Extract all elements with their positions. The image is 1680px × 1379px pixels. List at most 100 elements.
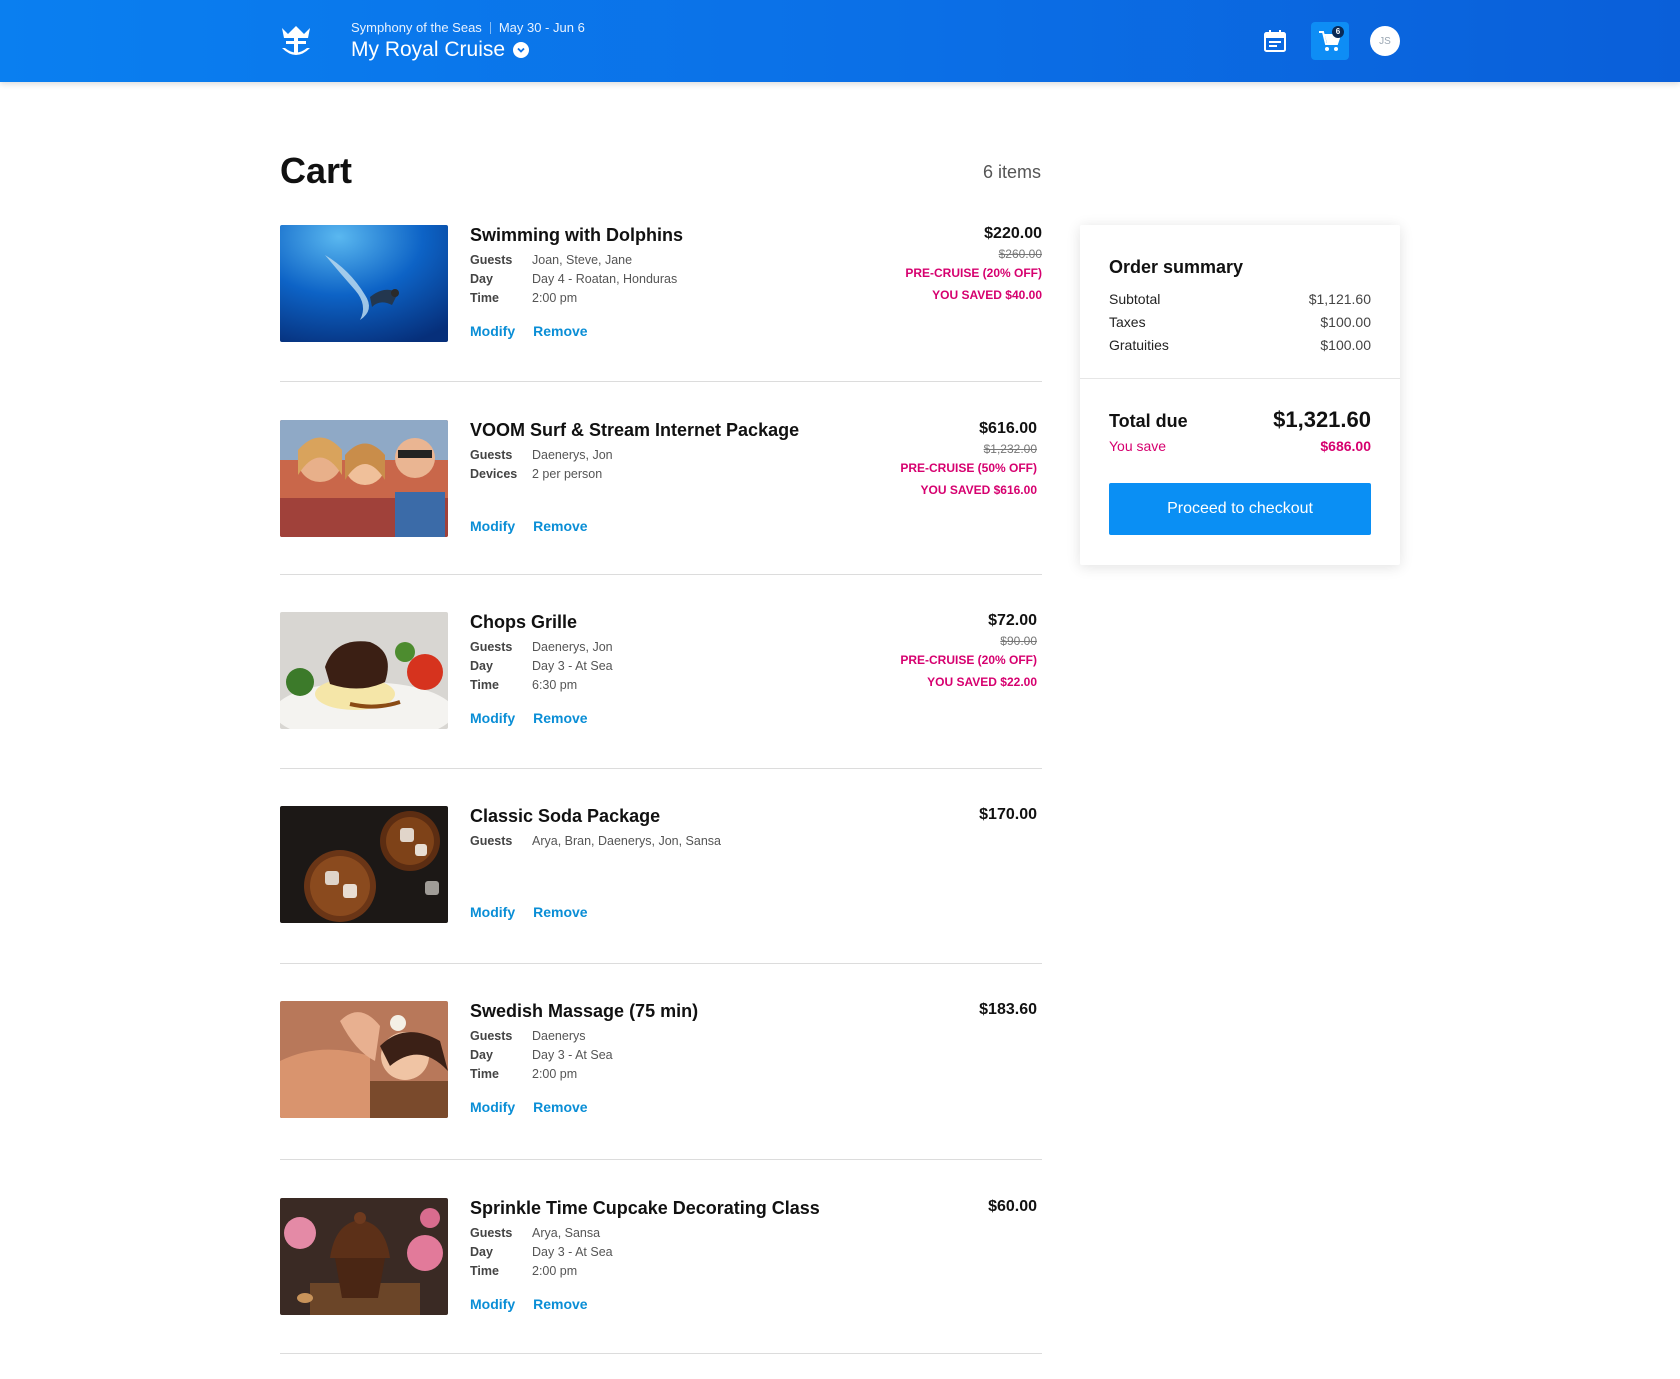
detail-value: Day 4 - Roatan, Honduras [532, 272, 678, 286]
savings-value: $686.00 [1320, 438, 1371, 454]
item-price: $72.00 [988, 612, 1037, 629]
item-name: Sprinkle Time Cupcake Decorating Class [470, 1198, 820, 1218]
gratuities-value: $100.00 [1320, 337, 1371, 353]
detail-value: 2:00 pm [532, 1264, 578, 1278]
cruise-title: My Royal Cruise [351, 38, 506, 61]
calendar-icon [1264, 30, 1286, 52]
detail-value: Day 3 - At Sea [532, 1048, 613, 1062]
item-thumbnail [280, 806, 448, 923]
detail-value: 6:30 pm [532, 678, 578, 692]
detail-label: Guests [470, 640, 513, 654]
detail-value: Arya, Sansa [532, 1226, 601, 1240]
detail-label: Day [470, 1245, 493, 1259]
cruise-selector[interactable]: My Royal Cruise [351, 38, 530, 62]
subtotal-label: Subtotal [1109, 291, 1161, 307]
cart-item: Sprinkle Time Cupcake Decorating Class G… [280, 1198, 1042, 1318]
detail-label: Time [470, 291, 499, 305]
cart-item: Chops Grille Guests Daenerys, Jon Day Day … [280, 612, 1042, 732]
calendar-button[interactable] [1256, 22, 1294, 60]
detail-label: Time [470, 1264, 499, 1278]
taxes-row: Taxes $100.00 [1109, 314, 1371, 330]
divider [280, 1159, 1042, 1160]
gratuities-label: Gratuities [1109, 337, 1169, 353]
savings-label: YOU SAVED $40.00 [932, 288, 1042, 302]
item-name: Chops Grille [470, 612, 578, 632]
summary-title: Order summary [1109, 257, 1244, 277]
checkout-button[interactable]: Proceed to checkout [1109, 483, 1371, 535]
item-prices: $170.00 [979, 806, 1037, 824]
item-details: Guests Joan, Steve, Jane Day Day 4 - Roata… [470, 253, 677, 310]
original-price: $260.00 [998, 247, 1042, 261]
detail-value: Daenerys, Jon [532, 448, 613, 462]
remove-link[interactable]: Remove [533, 904, 587, 920]
crown-anchor-logo[interactable] [278, 22, 314, 60]
item-price: $170.00 [979, 806, 1037, 823]
divider [280, 381, 1042, 382]
detail-label: Guests [470, 834, 513, 848]
total-row: Total due $1,321.60 [1109, 407, 1371, 433]
savings-label: YOU SAVED $22.00 [927, 675, 1037, 689]
item-thumbnail [280, 1198, 448, 1315]
savings-label: You save [1109, 438, 1167, 454]
item-prices: $183.60 [979, 1001, 1037, 1019]
remove-link[interactable]: Remove [533, 323, 587, 339]
detail-label: Day [470, 659, 493, 673]
item-name: Swedish Massage (75 min) [470, 1001, 699, 1021]
ship-dates: Symphony of the Seas May 30 - Jun 6 [351, 20, 585, 35]
item-details: Guests Arya, Bran, Daenerys, Jon, Sansa [470, 834, 721, 853]
subtotal-row: Subtotal $1,121.60 [1109, 291, 1371, 307]
summary-divider [1080, 378, 1400, 379]
cart-item: Swimming with Dolphins Guests Joan, Steve… [280, 225, 1042, 345]
remove-link[interactable]: Remove [533, 1099, 587, 1115]
modify-link[interactable]: Modify [470, 904, 515, 920]
modify-link[interactable]: Modify [470, 710, 515, 726]
item-details: Guests Daenerys, Jon Day Day 3 - At Sea Ti… [470, 640, 613, 697]
cart-item: Swedish Massage (75 min) Guests Daenerys … [280, 1001, 1042, 1121]
taxes-label: Taxes [1109, 314, 1146, 330]
item-details: Guests Daenerys, Jon Devices 2 per person [470, 448, 613, 486]
detail-label: Day [470, 272, 493, 286]
cart-button[interactable]: 6 [1311, 22, 1349, 60]
detail-value: 2 per person [532, 467, 603, 481]
detail-value: 2:00 pm [532, 1067, 578, 1081]
detail-label: Time [470, 678, 499, 692]
modify-link[interactable]: Modify [470, 323, 515, 339]
page-title: Cart [280, 150, 353, 191]
divider [280, 963, 1042, 964]
item-prices: $220.00 $260.00 PRE-CRUISE (20% OFF) YOU… [905, 225, 1042, 302]
avatar[interactable]: JS [1370, 26, 1400, 56]
savings-row: You save $686.00 [1109, 438, 1371, 454]
detail-value: Day 3 - At Sea [532, 1245, 613, 1259]
item-price: $60.00 [988, 1198, 1037, 1215]
item-thumbnail [280, 1001, 448, 1118]
item-price: $183.60 [979, 1001, 1037, 1018]
modify-link[interactable]: Modify [470, 518, 515, 534]
gratuities-row: Gratuities $100.00 [1109, 337, 1371, 353]
item-prices: $60.00 [988, 1198, 1037, 1216]
detail-label: Day [470, 1048, 493, 1062]
remove-link[interactable]: Remove [533, 710, 587, 726]
divider [280, 768, 1042, 769]
modify-link[interactable]: Modify [470, 1099, 515, 1115]
detail-value: Daenerys, Jon [532, 640, 613, 654]
remove-link[interactable]: Remove [533, 1296, 587, 1312]
chevron-down-icon [513, 42, 530, 58]
modify-link[interactable]: Modify [470, 1296, 515, 1312]
original-price: $1,232.00 [983, 442, 1037, 456]
separator [489, 21, 491, 34]
ship-name: Symphony of the Seas [351, 20, 482, 35]
total-value: $1,321.60 [1273, 407, 1371, 432]
detail-label: Guests [470, 1226, 513, 1240]
divider [280, 1353, 1042, 1354]
item-thumbnail [280, 225, 448, 342]
item-name: Classic Soda Package [470, 806, 661, 826]
item-name: VOOM Surf & Stream Internet Package [470, 420, 800, 440]
total-label: Total due [1109, 411, 1188, 431]
cart-item: Classic Soda Package Guests Arya, Bran, D… [280, 806, 1042, 926]
detail-value: Joan, Steve, Jane [532, 253, 633, 267]
remove-link[interactable]: Remove [533, 518, 587, 534]
top-header: Symphony of the Seas May 30 - Jun 6 My R… [0, 0, 1680, 82]
detail-value: Day 3 - At Sea [532, 659, 613, 673]
promo-label: PRE-CRUISE (20% OFF) [905, 266, 1042, 280]
savings-label: YOU SAVED $616.00 [920, 483, 1037, 497]
